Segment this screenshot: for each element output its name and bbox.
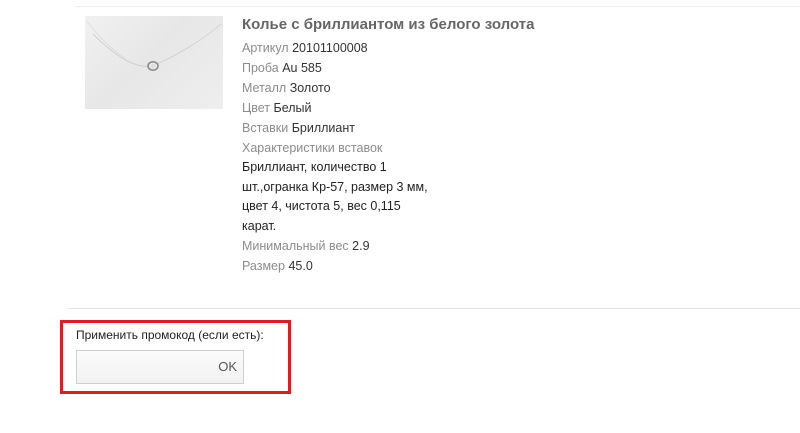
attr-value: Золото xyxy=(289,81,331,95)
attr-value: 20101100008 xyxy=(292,41,368,55)
attr-metal: Металл Золото xyxy=(242,78,542,98)
attr-label: Артикул xyxy=(242,41,289,55)
promo-ok-button[interactable]: OK xyxy=(218,359,237,374)
characteristics-line: шт.,огранка Кр-57, размер 3 мм, xyxy=(242,179,428,194)
attr-size: Размер 45.0 xyxy=(242,256,542,276)
attr-probe: Проба Au 585 xyxy=(242,58,542,78)
inserts-characteristics-label: Характеристики вставок xyxy=(242,141,383,155)
product-image[interactable] xyxy=(85,16,223,109)
promo-code-field: OK xyxy=(76,350,244,384)
attr-value: Бриллиант xyxy=(291,121,355,135)
characteristics-line: цвет 4, чистота 5, вес 0,115 xyxy=(242,199,401,213)
attr-value: 45.0 xyxy=(288,259,313,273)
attr-color: Цвет Белый xyxy=(242,98,542,118)
promo-code-input[interactable] xyxy=(77,351,219,381)
inserts-characteristics-text: Бриллиант, количество 1 шт.,огранка Кр-5… xyxy=(242,158,542,236)
characteristics-line: карат. xyxy=(242,218,277,233)
attr-label: Размер xyxy=(242,259,285,273)
attr-label: Цвет xyxy=(242,101,271,115)
attr-value: Au 585 xyxy=(282,61,322,75)
product-details: Колье с бриллиантом из белого золота Арт… xyxy=(242,14,542,276)
attr-label: Проба xyxy=(242,61,279,75)
characteristics-line: Бриллиант, количество 1 xyxy=(242,160,387,174)
attr-value: Белый xyxy=(273,101,312,115)
attr-value: 2.9 xyxy=(352,239,370,253)
product-title[interactable]: Колье с бриллиантом из белого золота xyxy=(242,14,542,36)
top-divider xyxy=(76,6,800,7)
attr-article: Артикул 20101100008 xyxy=(242,38,542,58)
promo-code-section: Применить промокод (если есть): OK xyxy=(60,320,291,394)
section-divider xyxy=(68,308,800,309)
necklace-illustration xyxy=(86,20,222,71)
attr-label: Металл xyxy=(242,81,287,95)
attr-label: Вставки xyxy=(242,121,289,135)
attr-label: Минимальный вес xyxy=(242,239,349,253)
promo-code-label: Применить промокод (если есть): xyxy=(76,328,264,342)
attr-min-weight: Минимальный вес 2.9 xyxy=(242,236,542,256)
attr-inserts: Вставки Бриллиант xyxy=(242,118,542,138)
